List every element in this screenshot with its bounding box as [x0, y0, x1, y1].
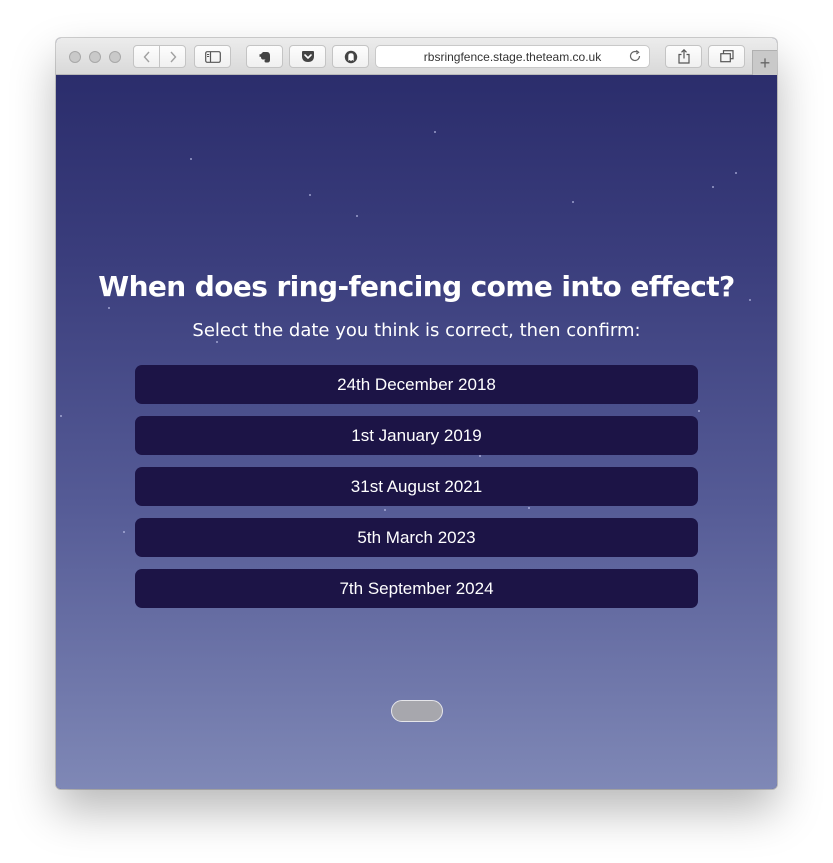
url-text: rbsringfence.stage.theteam.co.uk: [423, 49, 602, 64]
answer-option-2[interactable]: 1st January 2019: [135, 416, 698, 455]
browser-window: rbsringfence.stage.theteam.co.uk + When …: [56, 38, 777, 789]
reload-icon[interactable]: [628, 49, 642, 63]
star-decoration: [123, 531, 125, 533]
answer-option-4[interactable]: 5th March 2023: [135, 518, 698, 557]
minimize-window-button[interactable]: [89, 51, 101, 63]
question-heading: When does ring-fencing come into effect?: [98, 270, 735, 303]
star-decoration: [190, 158, 192, 160]
star-decoration: [309, 194, 311, 196]
instruction-text: Select the date you think is correct, th…: [192, 320, 641, 341]
pocket-icon: [301, 51, 314, 62]
star-decoration: [434, 131, 436, 133]
star-decoration: [735, 172, 737, 174]
browser-toolbar: rbsringfence.stage.theteam.co.uk +: [56, 38, 777, 75]
confirm-button[interactable]: [391, 700, 443, 722]
plus-icon: +: [759, 53, 771, 73]
answer-option-3[interactable]: 31st August 2021: [135, 467, 698, 506]
chevron-right-icon: [169, 51, 176, 62]
answer-option-1[interactable]: 24th December 2018: [135, 365, 698, 404]
chevron-left-icon: [143, 51, 150, 62]
zoom-window-button[interactable]: [109, 51, 121, 63]
new-tab-button[interactable]: +: [752, 50, 777, 75]
evernote-extension-button[interactable]: [246, 45, 283, 68]
sidebar-toggle-button[interactable]: [194, 45, 231, 68]
tab-overview-button[interactable]: [708, 45, 745, 68]
star-decoration: [712, 186, 714, 188]
share-icon: [677, 49, 690, 64]
tabs-icon: [719, 50, 734, 63]
sidebar-icon: [204, 50, 221, 63]
address-bar[interactable]: rbsringfence.stage.theteam.co.uk: [375, 45, 650, 68]
star-decoration: [108, 307, 110, 309]
star-decoration: [216, 341, 218, 343]
answer-options: 24th December 2018 1st January 2019 31st…: [135, 365, 698, 620]
ghostery-extension-button[interactable]: [332, 45, 369, 68]
close-window-button[interactable]: [69, 51, 81, 63]
back-button[interactable]: [134, 46, 159, 67]
share-button[interactable]: [665, 45, 702, 68]
answer-option-5[interactable]: 7th September 2024: [135, 569, 698, 608]
star-decoration: [60, 415, 62, 417]
quiz-page: When does ring-fencing come into effect?…: [56, 75, 777, 789]
star-decoration: [572, 201, 574, 203]
navigation-buttons: [133, 45, 186, 68]
elephant-icon: [259, 51, 270, 62]
ghost-icon: [344, 50, 357, 63]
forward-button[interactable]: [159, 46, 185, 67]
star-decoration: [356, 215, 358, 217]
star-decoration: [698, 410, 700, 412]
pocket-extension-button[interactable]: [289, 45, 326, 68]
